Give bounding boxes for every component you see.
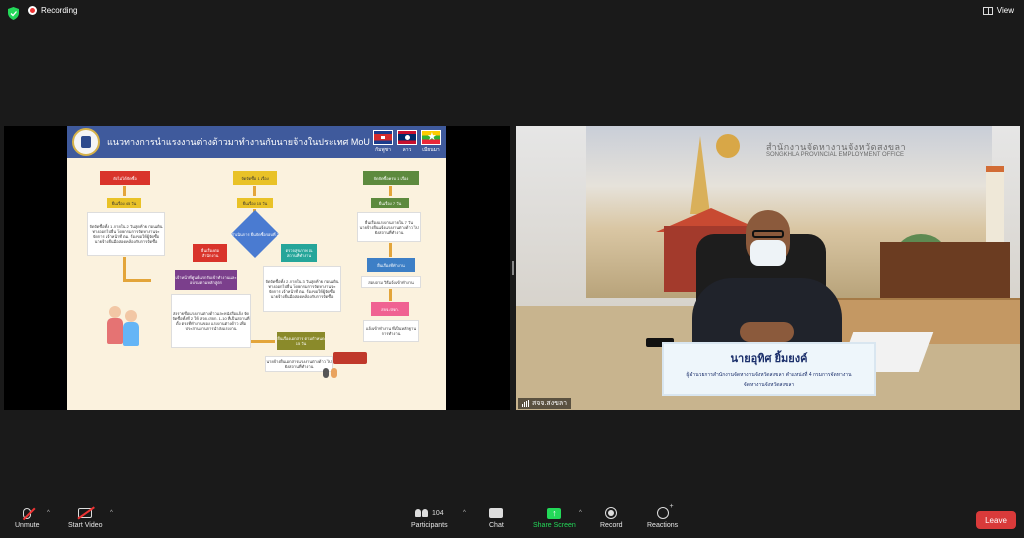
country-flags: [373, 130, 441, 145]
record-label: Record: [600, 522, 623, 529]
shrine-shelf: [880, 242, 1010, 302]
share-screen-label: Share Screen: [533, 522, 576, 529]
view-button[interactable]: View: [982, 6, 1014, 15]
flow-box-col2-step: ยื่นเรื่อง 15 วัน: [237, 198, 273, 208]
cambodia-flag-icon: [373, 130, 393, 145]
chat-button[interactable]: Chat: [489, 504, 504, 529]
flow-box-purple: เจ้าหน้าที่ศูนย์แรกรับเข้าทำงานและอบรมตา…: [175, 270, 237, 290]
reactions-label: Reactions: [647, 522, 679, 529]
recording-icon: [28, 6, 37, 15]
video-off-icon: [77, 506, 95, 520]
flow-box-right-note: ยื่นเรื่องแรงงานภายใน 7 วัน นายจ้างยื่นแ…: [357, 212, 421, 242]
participants-icon: [414, 509, 428, 517]
audio-options-caret-icon[interactable]: ^: [47, 510, 50, 516]
nameplate: นายอุทิศ ยิ้มยงค์ ผู้อำนวยการสำนักงานจัด…: [662, 342, 876, 396]
recording-indicator[interactable]: Recording: [28, 6, 77, 15]
flow-diamond-label: ดำเนินการ ยื่นจัดซื้อรอบที่ 2: [231, 231, 279, 237]
share-screen-icon: ↑: [547, 507, 562, 519]
flow-arrow: [123, 257, 126, 279]
clasped-hands: [740, 322, 794, 342]
flow-box-orange-mid: ตรวจสุขภาพ ณ สถานที่ทำงาน: [281, 244, 317, 262]
view-label: View: [996, 6, 1014, 15]
tile-resize-handle[interactable]: [512, 261, 514, 275]
chat-icon: [489, 508, 504, 518]
flag-labels: กัมพูชา ลาว เมียนมา: [373, 146, 441, 154]
flag-label: ลาว: [402, 147, 412, 153]
record-button[interactable]: Record: [600, 504, 623, 529]
flag-label: กัมพูชา: [375, 147, 391, 153]
slide-header: แนวทางการนำแรงงานต่างด้าวมาทำงานกับนายจ้…: [67, 126, 446, 158]
pagoda-image: [690, 136, 710, 214]
flow-box-col1-head: ยังไม่ได้จัดซื้อ: [100, 171, 150, 185]
flow-arrow: [123, 186, 126, 196]
flow-arrow: [123, 279, 151, 282]
tower-image: [986, 166, 1004, 248]
person-figure-icon: [331, 368, 337, 378]
presentation-slide: แนวทางการนำแรงงานต่างด้าวมาทำงานกับนายจ้…: [67, 126, 446, 410]
share-options-caret-icon[interactable]: ^: [579, 510, 582, 516]
nameplate-subtitle: จัดหางานจังหวัดสงขลา: [743, 382, 795, 388]
nameplate-name: นายอุทิศ ยิ้มยงค์: [730, 353, 808, 365]
flow-box-pink-right: สจจ./สจก.: [371, 302, 409, 316]
face-mask: [750, 240, 786, 266]
flow-box-col2-head: จัดจัดซื้อ 1 เรื่อง: [233, 171, 277, 185]
grid-view-icon: [982, 6, 993, 15]
unmute-button[interactable]: Unmute: [15, 504, 40, 529]
health-worker-illustration: [105, 304, 141, 360]
participants-button[interactable]: 104 Participants: [411, 504, 448, 529]
person-figure-icon: [323, 368, 329, 378]
recording-label: Recording: [41, 6, 78, 15]
reactions-button[interactable]: Reactions: [647, 503, 679, 529]
top-bar: Recording View: [0, 0, 1024, 26]
signal-bars-icon: [522, 400, 529, 407]
participant-name-label: สจจ.สงขลา: [518, 398, 572, 409]
flow-arrow: [389, 289, 392, 301]
participants-label: Participants: [411, 522, 448, 529]
flow-box-mid-note: จัดจัดซื้อทั้ง 2 ภายใน 3 วันสุดท้าย ก่อน…: [263, 266, 341, 312]
flow-box-left-note: จัดจัดซื้อทั้ง 1 ภายใน 2 วันสุดท้าย ก่อน…: [87, 212, 165, 256]
flow-arrow: [389, 243, 392, 257]
department-seal-icon: [716, 134, 740, 158]
flow-box-purple-note: ส่งรายชื่อแรงงานต่างด้าวและหนังสือแจ้ง จ…: [171, 294, 251, 348]
nameplate-title: ผู้อำนวยการสำนักงานจัดหางานจังหวัดสงขลา …: [686, 372, 852, 378]
flow-arrow: [389, 186, 392, 196]
shield-icon[interactable]: [8, 7, 19, 20]
bus-icon: [333, 352, 367, 364]
flow-box-col3-head: จัดจัดซื้อครบ 1 เรื่อง: [363, 171, 419, 185]
flow-box-orange-left: ยื่นเรื่องต่อ สำนักงาน: [193, 244, 227, 262]
participant-name: สจจ.สงขลา: [532, 400, 568, 407]
screen-share-tile[interactable]: แนวทางการนำแรงงานต่างด้าวมาทำงานกับนายจ้…: [4, 126, 510, 410]
meeting-toolbar: Unmute ^ Start Video ^ 104 Participants …: [0, 500, 1024, 538]
record-icon: [605, 507, 618, 519]
flag-label: เมียนมา: [422, 147, 440, 153]
chat-label: Chat: [489, 522, 504, 529]
slide-title: แนวทางการนำแรงงานต่างด้าวมาทำงานกับนายจ้…: [107, 137, 370, 147]
participants-count: 104: [431, 509, 444, 517]
microphone-muted-icon: [23, 507, 36, 520]
flow-box-right-small: สอบถาม วิธีแจ้งเข้าทำงาน: [361, 276, 421, 288]
share-screen-button[interactable]: ↑ Share Screen: [533, 504, 576, 529]
unmute-label: Unmute: [15, 522, 40, 529]
office-name-en: SONGKHLA PROVINCIAL EMPLOYMENT OFFICE: [766, 152, 905, 158]
video-options-caret-icon[interactable]: ^: [110, 510, 113, 516]
flow-box-blue-right: ยื่นเรื่องที่ทำงาน: [367, 258, 415, 272]
reactions-icon: [656, 503, 674, 519]
flow-arrow: [253, 186, 256, 196]
flow-box-col1-step: ยื่นเรื่อง 45 วัน: [107, 198, 141, 208]
flow-box-olive-mid: ยื่นเรื่องเอกสาร ตามกำหนด 15 วัน: [277, 332, 325, 350]
flow-box-right-bottom: แจ้งเข้าทำงาน ที่เป็นหลักฐานการทำงาน: [363, 320, 419, 342]
participants-options-caret-icon[interactable]: ^: [463, 510, 466, 516]
flow-box-col3-step: ยื่นเรื่อง 7 วัน: [371, 198, 409, 208]
laos-flag-icon: [397, 130, 417, 145]
leave-button[interactable]: Leave: [976, 511, 1016, 529]
start-video-button[interactable]: Start Video: [68, 504, 103, 529]
glasses: [752, 230, 784, 238]
flow-arrow: [251, 340, 275, 343]
department-seal-icon: [72, 128, 100, 156]
start-video-label: Start Video: [68, 522, 103, 529]
myanmar-flag-icon: [421, 130, 441, 145]
video-tile[interactable]: สำนักงานจัดหางานจังหวัดสงขลา SONGKHLA PR…: [516, 126, 1020, 410]
